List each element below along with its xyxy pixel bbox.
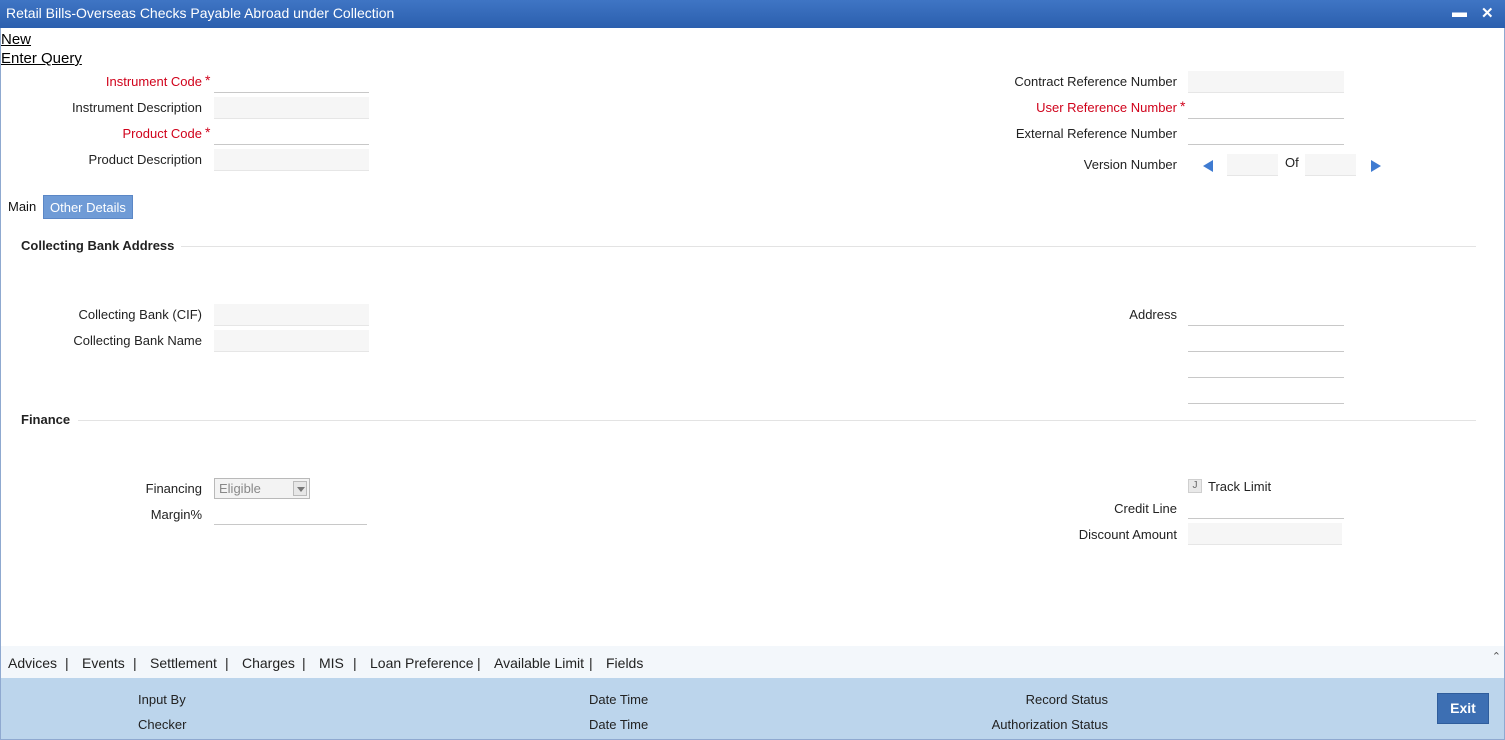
required-marker: * xyxy=(205,72,211,88)
audit-footer: Input By Checker Date Time Date Time Rec… xyxy=(1,678,1504,739)
version-of-label: Of xyxy=(1285,155,1299,170)
finance-heading: Finance xyxy=(21,412,71,427)
product-code-label: Product Code xyxy=(122,126,203,141)
instrument-description-field xyxy=(214,97,369,119)
credit-line-label: Credit Line xyxy=(1114,501,1177,516)
financing-selected-value: Eligible xyxy=(219,481,261,496)
financing-select[interactable]: Eligible xyxy=(214,478,310,499)
address-line-1-input[interactable] xyxy=(1188,304,1344,326)
minimize-icon[interactable]: ▬ xyxy=(1452,4,1467,21)
address-line-2-input[interactable] xyxy=(1188,330,1344,352)
collecting-bank-cif-field xyxy=(214,304,369,326)
input-date-time-label: Date Time xyxy=(589,692,649,707)
window-title: Retail Bills-Overseas Checks Payable Abr… xyxy=(6,5,395,21)
collecting-bank-name-label: Collecting Bank Name xyxy=(73,333,202,348)
nav-separator: | xyxy=(133,655,137,671)
address-line-4-input[interactable] xyxy=(1188,382,1344,404)
version-total-field xyxy=(1305,154,1356,176)
margin-label: Margin% xyxy=(150,507,202,522)
nav-fields[interactable]: Fields xyxy=(606,655,643,671)
product-description-label: Product Description xyxy=(88,152,202,167)
product-description-field xyxy=(214,149,369,171)
nav-separator: | xyxy=(477,655,481,671)
external-reference-number-input[interactable] xyxy=(1188,123,1344,145)
nav-advices[interactable]: Advices xyxy=(8,655,57,671)
required-marker: * xyxy=(1180,98,1186,114)
checker-label: Checker xyxy=(138,717,187,732)
checker-date-time-label: Date Time xyxy=(589,717,649,732)
instrument-code-label: Instrument Code xyxy=(105,74,202,89)
subsystem-nav-bar: Advices | Events | Settlement | Charges … xyxy=(1,646,1504,678)
contract-reference-number-field xyxy=(1188,71,1344,93)
input-by-label: Input By xyxy=(138,692,186,707)
contract-reference-number-label: Contract Reference Number xyxy=(1014,74,1177,89)
user-reference-number-input[interactable] xyxy=(1188,97,1344,119)
enter-query-link[interactable]: Enter Query xyxy=(1,50,82,67)
credit-line-input[interactable] xyxy=(1188,497,1344,519)
title-bar: Retail Bills-Overseas Checks Payable Abr… xyxy=(0,0,1505,28)
collecting-bank-address-heading: Collecting Bank Address xyxy=(21,238,175,253)
nav-settlement[interactable]: Settlement xyxy=(150,655,217,671)
nav-loan-preference[interactable]: Loan Preference xyxy=(370,655,474,671)
margin-input[interactable] xyxy=(214,503,367,525)
section-divider xyxy=(181,246,1476,247)
exit-button[interactable]: Exit xyxy=(1437,693,1489,724)
collecting-bank-name-field xyxy=(214,330,369,352)
previous-version-icon[interactable] xyxy=(1203,160,1213,172)
version-number-field xyxy=(1227,154,1278,176)
scroll-up-icon[interactable]: ⌃ xyxy=(1492,650,1501,663)
version-number-label: Version Number xyxy=(1083,157,1177,172)
nav-separator: | xyxy=(65,655,69,671)
close-icon[interactable]: ✕ xyxy=(1481,4,1494,22)
nav-mis[interactable]: MIS xyxy=(319,655,344,671)
address-line-3-input[interactable] xyxy=(1188,356,1344,378)
instrument-code-input[interactable] xyxy=(214,71,369,93)
product-code-input[interactable] xyxy=(214,123,369,145)
required-marker: * xyxy=(205,124,211,140)
address-label: Address xyxy=(1129,307,1177,322)
authorization-status-label: Authorization Status xyxy=(991,717,1108,732)
track-limit-label: Track Limit xyxy=(1208,479,1272,494)
nav-available-limit[interactable]: Available Limit xyxy=(494,655,584,671)
nav-separator: | xyxy=(225,655,229,671)
external-reference-number-label: External Reference Number xyxy=(1015,126,1177,141)
next-version-icon[interactable] xyxy=(1371,160,1381,172)
collecting-bank-cif-label: Collecting Bank (CIF) xyxy=(78,307,202,322)
discount-amount-label: Discount Amount xyxy=(1078,527,1177,542)
discount-amount-field xyxy=(1188,523,1342,545)
section-divider xyxy=(78,420,1476,421)
user-reference-number-label: User Reference Number xyxy=(1036,100,1177,115)
instrument-description-label: Instrument Description xyxy=(71,100,202,115)
nav-events[interactable]: Events xyxy=(82,655,125,671)
nav-separator: | xyxy=(589,655,593,671)
tab-other-details[interactable]: Other Details xyxy=(43,195,133,219)
nav-separator: | xyxy=(353,655,357,671)
chevron-down-icon xyxy=(293,481,307,496)
tab-main[interactable]: Main xyxy=(2,195,43,219)
new-link[interactable]: New xyxy=(1,31,31,48)
nav-charges[interactable]: Charges xyxy=(242,655,295,671)
track-limit-checkbox[interactable]: J xyxy=(1188,479,1202,493)
nav-separator: | xyxy=(302,655,306,671)
record-status-label: Record Status xyxy=(1025,692,1108,707)
financing-label: Financing xyxy=(145,481,202,496)
